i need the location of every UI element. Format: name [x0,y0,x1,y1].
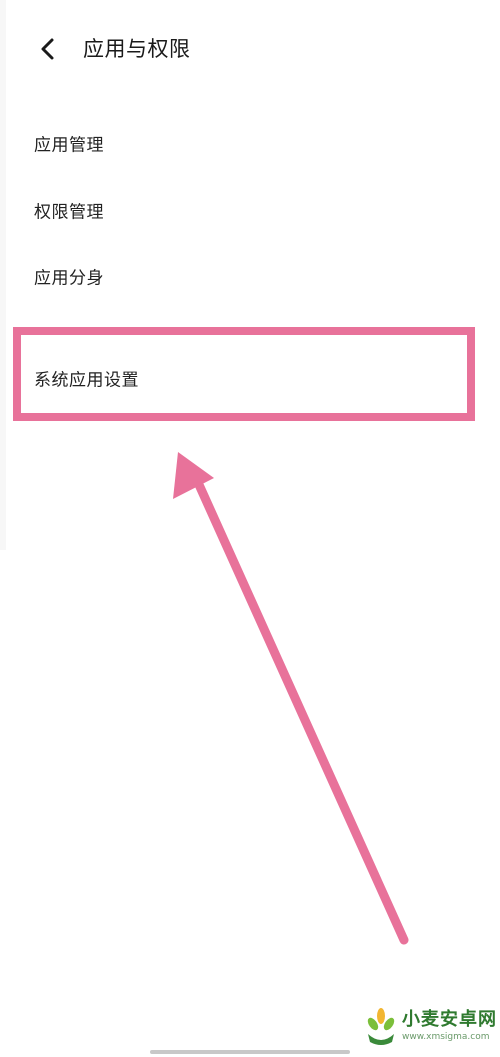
wheat-logo-icon [367,1007,395,1045]
watermark: 小麦安卓网 www.xmsigma.com [364,994,500,1057]
page-title: 应用与权限 [83,37,191,61]
home-indicator[interactable] [150,1050,350,1054]
menu-item-permission-management[interactable]: 权限管理 [0,180,500,240]
menu-item-app-management[interactable]: 应用管理 [0,113,500,173]
menu-item-label: 系统应用设置 [34,370,139,391]
chevron-left-icon [41,38,54,60]
menu-item-label: 应用分身 [34,268,104,289]
watermark-url: www.xmsigma.com [402,1031,490,1042]
watermark-title: 小麦安卓网 [402,1008,497,1030]
header: 应用与权限 [0,0,500,100]
menu-item-app-clone[interactable]: 应用分身 [0,246,500,306]
arrow-shaft [191,473,409,945]
menu-item-label: 应用管理 [34,135,104,156]
arrow-head [173,452,214,499]
back-button[interactable] [30,32,64,66]
menu-item-system-app-settings[interactable]: 系统应用设置 [0,348,500,408]
menu-item-label: 权限管理 [34,202,104,223]
